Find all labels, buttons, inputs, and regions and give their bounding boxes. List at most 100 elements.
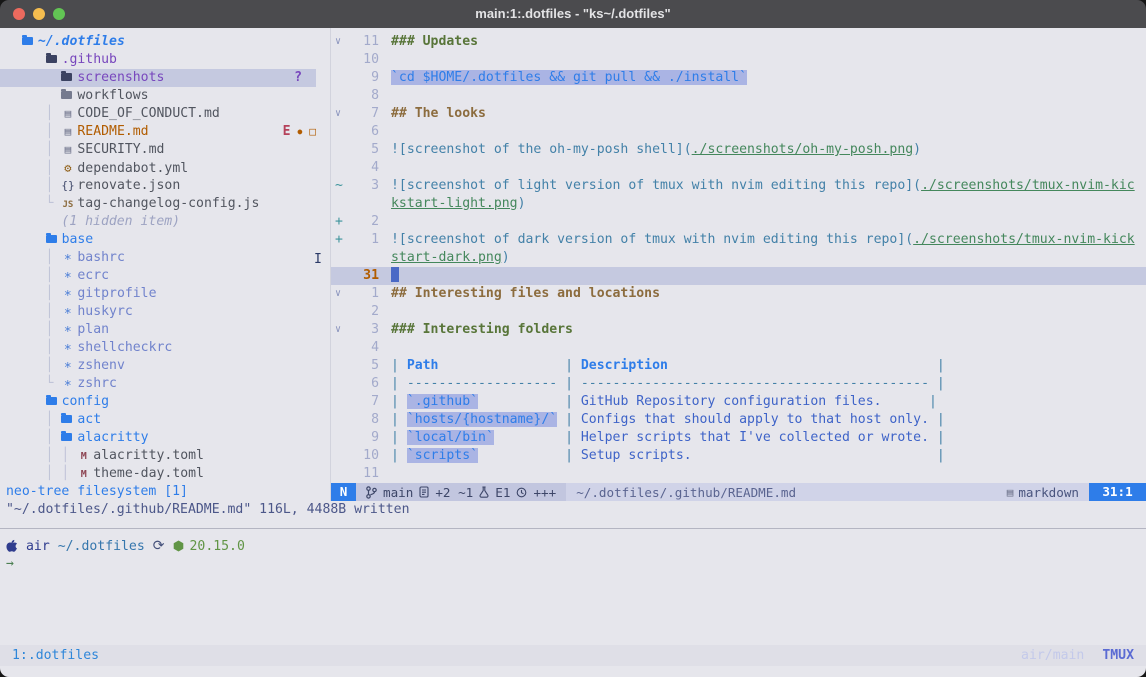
- fold-icon[interactable]: ∨: [331, 285, 353, 303]
- editor-line[interactable]: 5| Path | Description |: [331, 357, 1146, 375]
- tree-item[interactable]: │ {}renovate.json: [0, 177, 330, 195]
- link: ./screenshots/tmux-nvim-kick: [913, 232, 1135, 247]
- tree-item[interactable]: │ ∗huskyrc: [0, 303, 330, 321]
- heading-text: ## Interesting files and locations: [391, 286, 660, 301]
- editor-lines[interactable]: ∨11### Updates109`cd $HOME/.dotfiles && …: [331, 33, 1146, 483]
- table-delimiter: |: [929, 358, 945, 373]
- tree-item-label: huskyrc: [77, 304, 132, 319]
- line-text: [391, 213, 1146, 231]
- tree-item-label: base: [62, 232, 94, 247]
- line-number: [353, 249, 379, 267]
- mode-indicator: N: [331, 483, 356, 501]
- tree-item[interactable]: .github: [0, 51, 330, 69]
- tree-item[interactable]: │ ▤CODE_OF_CONDUCT.md: [0, 105, 330, 123]
- gutter-mark: [331, 447, 353, 465]
- editor-line[interactable]: 31: [331, 267, 1146, 285]
- tree-item[interactable]: │ ▤SECURITY.md: [0, 141, 330, 159]
- editor-line[interactable]: kstart-light.png): [331, 195, 1146, 213]
- link: kstart-light.png: [391, 196, 518, 211]
- editor-line[interactable]: ∨7## The looks: [331, 105, 1146, 123]
- editor-line[interactable]: ~3![screenshot of light version of tmux …: [331, 177, 1146, 195]
- editor-line[interactable]: 4: [331, 339, 1146, 357]
- line-number: 5: [353, 141, 379, 159]
- prompt-arrow[interactable]: →: [6, 555, 14, 573]
- fold-icon[interactable]: ∨: [331, 33, 353, 51]
- editor-line[interactable]: 8| `hosts/{hostname}/` | Configs that sh…: [331, 411, 1146, 429]
- editor-line[interactable]: 5![screenshot of the oh-my-posh shell](.…: [331, 141, 1146, 159]
- tree-item[interactable]: screenshots?: [0, 69, 316, 87]
- line-text: [391, 303, 1146, 321]
- refresh-icon: ⟳: [153, 538, 165, 554]
- editor-line[interactable]: ∨1## Interesting files and locations: [331, 285, 1146, 303]
- tree-item[interactable]: │ ∗ecrc: [0, 267, 330, 285]
- table-delimiter: |: [391, 358, 407, 373]
- editor-line[interactable]: 2: [331, 303, 1146, 321]
- tree-item[interactable]: workflows: [0, 87, 330, 105]
- table-cell-text: Helper scripts that I've collected or wr…: [581, 430, 929, 445]
- file-tree: ~/.dotfiles .github screenshots? workflo…: [0, 33, 330, 483]
- line-number: 9: [353, 69, 379, 87]
- editor-line[interactable]: 8: [331, 87, 1146, 105]
- tree-item-label: theme-day.toml: [93, 466, 204, 481]
- table-delimiter: |: [557, 448, 581, 463]
- tree-item[interactable]: │ ⚙dependabot.yml: [0, 159, 330, 177]
- editor-line[interactable]: 7| `.github` | GitHub Repository configu…: [331, 393, 1146, 411]
- tree-item[interactable]: ~/.dotfiles: [0, 33, 330, 51]
- cursor: [391, 267, 399, 282]
- fold-icon[interactable]: ∨: [331, 321, 353, 339]
- tree-item[interactable]: │ │ Malacritty.toml: [0, 447, 330, 465]
- link: ./screenshots/tmux-nvim-kic: [921, 178, 1135, 193]
- editor-line[interactable]: 4: [331, 159, 1146, 177]
- editor-line[interactable]: start-dark.png): [331, 249, 1146, 267]
- line-text: [391, 87, 1146, 105]
- tree-item[interactable]: │ ▤README.mdE●□: [0, 123, 330, 141]
- heading-text: ### Interesting folders: [391, 322, 573, 337]
- statusline-middle: ~/.dotfiles/.github/README.md ▤ markdown: [566, 483, 1089, 501]
- editor-line[interactable]: +2: [331, 213, 1146, 231]
- tree-item[interactable]: │ ∗gitprofile: [0, 285, 330, 303]
- table-delimiter: |: [557, 358, 581, 373]
- tree-item[interactable]: base: [0, 231, 330, 249]
- tmux-status-right: air/main TMUX: [1021, 648, 1134, 663]
- file-path: ~/.dotfiles/.github/README.md: [576, 485, 1001, 500]
- tmux-window-label[interactable]: 1:.dotfiles: [12, 648, 99, 663]
- tree-item[interactable]: │ alacritty: [0, 429, 330, 447]
- editor-line[interactable]: 9| `local/bin` | Helper scripts that I'v…: [331, 429, 1146, 447]
- node-version-segment: 20.15.0: [173, 539, 245, 554]
- git-sign[interactable]: +: [331, 231, 353, 249]
- gutter-mark: [331, 195, 353, 213]
- tree-item[interactable]: │ ∗bashrc: [0, 249, 330, 267]
- tree-item[interactable]: │ ∗shellcheckrc: [0, 339, 330, 357]
- tree-item[interactable]: └ ∗zshrc: [0, 375, 330, 393]
- yaml-file-icon: ⚙: [61, 159, 74, 177]
- line-number: 8: [353, 411, 379, 429]
- folder-icon: [46, 235, 57, 243]
- table-delimiter: |: [557, 412, 581, 427]
- editor-line[interactable]: 11: [331, 465, 1146, 483]
- editor-line[interactable]: 10| `scripts` | Setup scripts. |: [331, 447, 1146, 465]
- folder-icon: [46, 397, 57, 405]
- tree-item[interactable]: config: [0, 393, 330, 411]
- git-sign[interactable]: ~: [331, 177, 353, 195]
- editor-line[interactable]: 10: [331, 51, 1146, 69]
- editor-line[interactable]: ∨3### Interesting folders: [331, 321, 1146, 339]
- git-branch: main: [383, 485, 413, 500]
- tmux-pane-separator[interactable]: [0, 528, 1146, 529]
- editor-line[interactable]: 9`cd $HOME/.dotfiles && git pull && ./in…: [331, 69, 1146, 87]
- filetype-indicator: ▤ markdown: [1007, 485, 1079, 500]
- tree-item[interactable]: │ ∗zshenv: [0, 357, 330, 375]
- tree-item[interactable]: (1 hidden item): [0, 213, 330, 231]
- line-number: 8: [353, 87, 379, 105]
- editor-line[interactable]: 6| ------------------- | ---------------…: [331, 375, 1146, 393]
- editor-line[interactable]: 6: [331, 123, 1146, 141]
- tree-item[interactable]: └ JStag-changelog-config.js: [0, 195, 330, 213]
- tree-item[interactable]: │ ∗plan: [0, 321, 330, 339]
- tree-item[interactable]: │ │ Mtheme-day.toml: [0, 465, 330, 483]
- tree-item[interactable]: │ act: [0, 411, 330, 429]
- git-sign[interactable]: +: [331, 213, 353, 231]
- editor-line[interactable]: ∨11### Updates: [331, 33, 1146, 51]
- tree-item-label: dependabot.yml: [77, 161, 188, 176]
- table-delimiter: |: [391, 412, 407, 427]
- editor-line[interactable]: +1![screenshot of dark version of tmux w…: [331, 231, 1146, 249]
- fold-icon[interactable]: ∨: [331, 105, 353, 123]
